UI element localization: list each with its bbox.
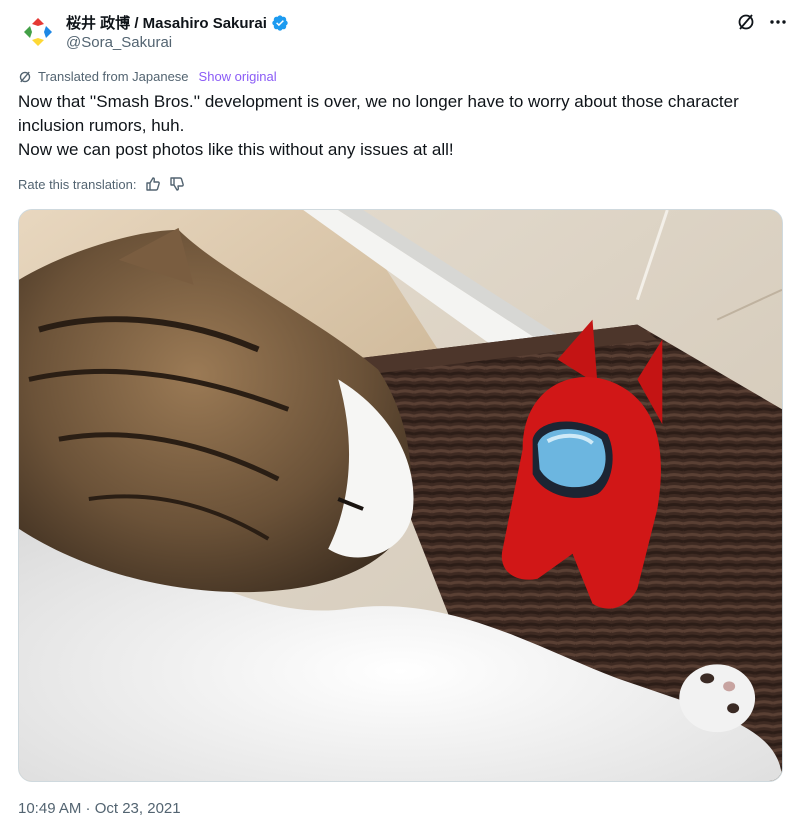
translate-icon: [19, 71, 31, 82]
tweet-actions: [736, 12, 788, 32]
tweet-photo[interactable]: [18, 209, 783, 782]
verified-badge-icon: [272, 14, 288, 31]
more-options-icon[interactable]: [768, 12, 788, 32]
translation-notice: Translated from Japanese Show original: [18, 69, 277, 84]
thumbs-up-icon[interactable]: [145, 176, 161, 192]
name-row: 桜井 政博 / Masahiro Sakurai: [66, 12, 289, 33]
avatar-logo-icon: [18, 12, 58, 52]
avatar[interactable]: [18, 12, 58, 52]
show-original-link[interactable]: Show original: [199, 69, 277, 84]
thumbs-down-icon[interactable]: [169, 176, 185, 192]
tweet-text-line: Now we can post photos like this without…: [18, 140, 454, 159]
display-name[interactable]: 桜井 政博 / Masahiro Sakurai: [66, 12, 267, 33]
translated-label: Translated from Japanese: [38, 69, 189, 84]
tweet-text: Now that ''Smash Bros.'' development is …: [18, 90, 788, 162]
tweet-timestamp[interactable]: 10:49 AM · Oct 23, 2021: [18, 800, 181, 817]
cat-and-figure-image: [19, 210, 782, 781]
tweet-header: 桜井 政博 / Masahiro Sakurai @Sora_Sakurai: [18, 10, 788, 56]
tweet-text-line: Now that ''Smash Bros.'' development is …: [18, 92, 739, 135]
rate-translation: Rate this translation:: [18, 176, 185, 192]
handle[interactable]: @Sora_Sakurai: [66, 34, 172, 51]
rate-label: Rate this translation:: [18, 176, 137, 192]
translate-toggle-icon[interactable]: [736, 12, 756, 32]
